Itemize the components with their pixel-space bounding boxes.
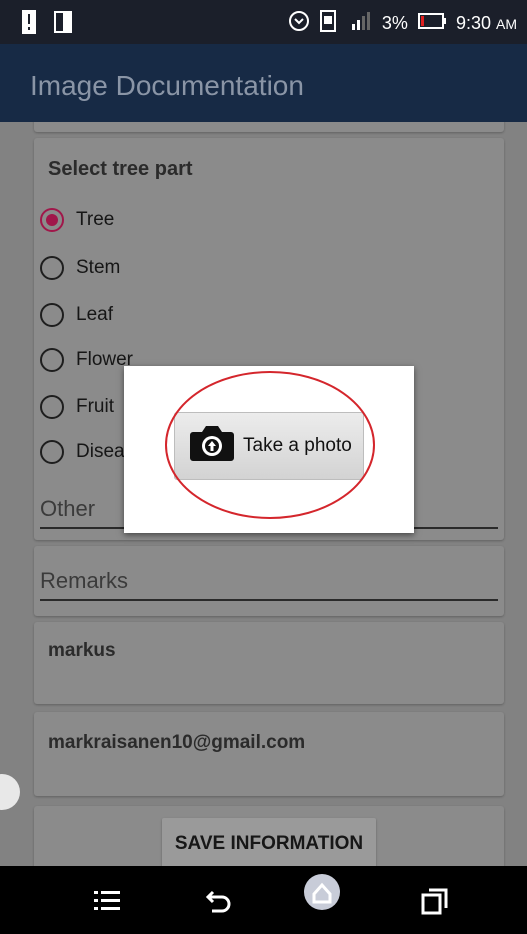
back-icon[interactable] <box>204 886 234 916</box>
menu-icon[interactable] <box>92 886 122 916</box>
previous-card <box>34 122 504 132</box>
clock-ampm: AM <box>496 16 517 32</box>
status-bar: 3% 9:30 AM <box>0 0 527 44</box>
radio-option-stem[interactable]: Stem <box>40 256 120 280</box>
app-title: Image Documentation <box>30 70 304 101</box>
navigation-bar <box>0 866 527 934</box>
radio-option-fruit[interactable]: Fruit <box>40 395 114 419</box>
other-field[interactable]: Other <box>40 496 95 522</box>
radio-label: Stem <box>76 257 121 278</box>
radio-label: Disea <box>76 441 125 462</box>
name-card <box>34 622 504 704</box>
save-information-button[interactable]: SAVE INFORMATION <box>162 818 376 866</box>
battery-percent: 3% <box>381 13 408 33</box>
section-title: Select tree part <box>48 158 193 180</box>
signal-icon <box>350 10 372 37</box>
take-photo-label: Take a photo <box>243 435 352 456</box>
battery-icon <box>417 13 446 34</box>
remarks-field[interactable]: Remarks <box>40 568 128 594</box>
radio-option-leaf[interactable]: Leaf <box>40 303 113 327</box>
radio-button-checked[interactable] <box>40 208 64 232</box>
device-icon <box>54 11 72 38</box>
radio-option-flower[interactable]: Flower <box>40 348 133 372</box>
camera-icon <box>189 424 235 468</box>
clock: 9:30 AM <box>456 13 517 34</box>
app-bar: Image Documentation <box>0 44 527 122</box>
rotate-icon <box>288 10 310 37</box>
home-icon[interactable] <box>302 872 342 912</box>
radio-button[interactable] <box>40 348 64 372</box>
email-field[interactable]: markraisanen10@gmail.com <box>48 732 305 754</box>
alert-icon <box>22 10 36 39</box>
radio-button[interactable] <box>40 440 64 464</box>
floating-handle[interactable] <box>0 774 20 810</box>
radio-option-disease[interactable]: Disea <box>40 440 125 464</box>
radio-button[interactable] <box>40 303 64 327</box>
radio-button[interactable] <box>40 395 64 419</box>
name-field[interactable]: markus <box>48 640 116 662</box>
remarks-field-underline <box>40 599 498 601</box>
radio-option-tree[interactable]: Tree <box>40 208 114 232</box>
radio-label: Tree <box>76 209 115 230</box>
email-card <box>34 712 504 796</box>
radio-button[interactable] <box>40 256 64 280</box>
radio-label: Leaf <box>76 304 113 325</box>
recents-icon[interactable] <box>420 886 450 916</box>
take-photo-button[interactable]: Take a photo <box>174 412 364 480</box>
clock-time: 9:30 <box>455 13 491 33</box>
sim-icon <box>319 10 340 37</box>
radio-label: Fruit <box>76 396 114 417</box>
